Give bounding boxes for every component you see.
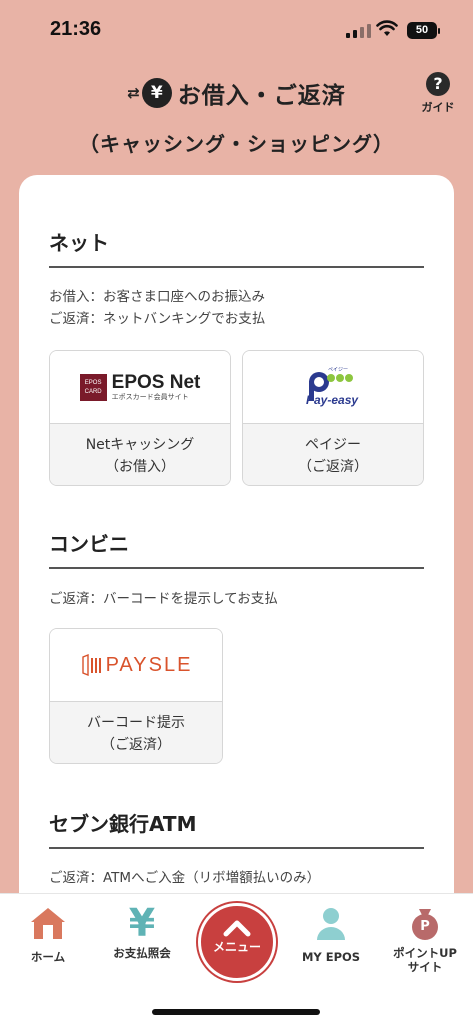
section-heading-net: ネット xyxy=(49,227,424,268)
section-desc-convenience: ご返済：バーコードを提示してお支払 xyxy=(49,591,278,607)
home-indicator xyxy=(152,1009,320,1015)
payeasy-logo: ペイジー Pay-easy xyxy=(243,351,423,424)
payeasy-button[interactable]: ペイジー Pay-easy ペイジー （ご返済） xyxy=(242,350,424,486)
barcode-payment-button[interactable]: PAYSLE バーコード提示 （ご返済） xyxy=(49,628,223,764)
page-title: ⇄ ¥ お借入・ご返済 xyxy=(0,76,473,110)
status-bar: 21:36 50 xyxy=(0,0,473,60)
nav-points-label-line1: ポイントUP xyxy=(393,946,457,960)
payeasy-logo-text: Pay-easy xyxy=(306,393,359,407)
tile-label-line1: バーコード提示 xyxy=(87,714,185,731)
nav-home[interactable]: ホーム xyxy=(5,906,91,964)
section-heading-convenience: コンビニ xyxy=(49,528,424,569)
paysle-logo: PAYSLE xyxy=(50,629,222,702)
menu-label: メニュー xyxy=(212,940,261,954)
bottom-nav: ホーム ¥ お支払照会 メニュー MY EPOS P ポイントUP サイト xyxy=(0,893,473,1024)
chevron-up-icon xyxy=(223,920,251,937)
nav-payment-inquiry-label: お支払照会 xyxy=(113,946,171,960)
yen-icon: ¥ xyxy=(141,78,172,108)
page-subtitle: （キャッシング・ショッピング） xyxy=(79,132,394,156)
desc-repay: ご返済：ネットバンキングでお支払 xyxy=(49,311,266,327)
battery-icon: 50 xyxy=(407,22,440,39)
home-icon xyxy=(31,908,65,939)
tile-label: Netキャッシング （お借入） xyxy=(50,424,230,485)
status-time: 21:36 xyxy=(50,18,102,40)
nav-my-epos-label: MY EPOS xyxy=(301,950,361,964)
tile-label: ペイジー （ご返済） xyxy=(243,424,423,485)
epos-badge-bottom: CARD xyxy=(84,388,102,395)
desc-borrow: お借入：お客さま口座へのお振込み xyxy=(49,289,265,305)
nav-my-epos[interactable]: MY EPOS xyxy=(288,906,374,964)
nav-points-label-line2: サイト xyxy=(407,960,443,974)
paysle-barcode-icon xyxy=(81,654,101,676)
payeasy-small-text: ペイジー xyxy=(328,367,349,373)
guide-label: ガイド xyxy=(421,101,455,114)
epos-net-logo: EPOS CARD EPOS Net エポスカード会員サイト xyxy=(50,351,230,424)
nav-points-site[interactable]: P ポイントUP サイト xyxy=(382,906,468,974)
page-title-text: お借入・ご返済 xyxy=(177,83,346,109)
yen-icon: ¥ xyxy=(128,901,156,945)
epos-net-logo-sub: エポスカード会員サイト xyxy=(111,392,189,401)
exchange-arrows-icon: ⇄ xyxy=(127,84,140,102)
tile-label-line2: （お借入） xyxy=(105,458,175,475)
section-desc-net: お借入：お客さま口座へのお振込み ご返済：ネットバンキングでお支払 xyxy=(49,286,424,330)
cellular-signal-icon xyxy=(346,24,371,38)
user-icon xyxy=(317,908,345,940)
nav-home-label: ホーム xyxy=(30,950,66,964)
wifi-icon xyxy=(376,20,398,36)
guide-button[interactable]: ? ガイド xyxy=(417,72,459,115)
paysle-logo-text: PAYSLE xyxy=(105,653,193,676)
epos-badge-top: EPOS xyxy=(84,379,102,386)
help-icon: ? xyxy=(426,72,450,96)
epos-net-logo-text: EPOS Net xyxy=(111,371,201,393)
nav-payment-inquiry[interactable]: ¥ お支払照会 xyxy=(99,901,185,960)
menu-button[interactable]: メニュー xyxy=(198,903,276,981)
points-glyph: P xyxy=(420,919,430,934)
tile-label: バーコード提示 （ご返済） xyxy=(50,702,222,763)
net-cashing-button[interactable]: EPOS CARD EPOS Net エポスカード会員サイト Netキャッシング… xyxy=(49,350,231,486)
section-desc-seven-atm: ご返済：ATMへご入金（リボ増額払いのみ） xyxy=(49,870,321,886)
section-heading-seven-atm: セブン銀行ATM xyxy=(49,808,424,849)
tile-label-line2: （ご返済） xyxy=(298,458,368,475)
content-card: ネット お借入：お客さま口座へのお振込み ご返済：ネットバンキングでお支払 EP… xyxy=(19,175,454,935)
nav-points-label: ポイントUP サイト xyxy=(382,946,468,974)
tile-label-line1: ペイジー xyxy=(305,436,361,453)
tile-label-line2: （ご返済） xyxy=(101,736,171,753)
points-bag-icon: P xyxy=(408,906,442,940)
tile-label-line1: Netキャッシング xyxy=(85,436,195,453)
